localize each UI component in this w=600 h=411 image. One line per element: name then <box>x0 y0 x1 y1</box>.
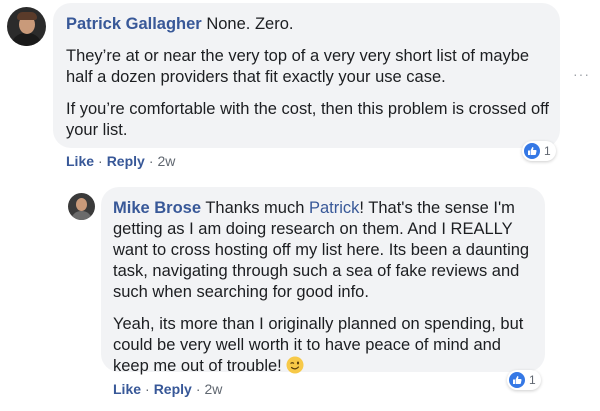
separator: · <box>148 153 154 169</box>
reaction-count: 1 <box>544 144 551 158</box>
comment-text: Yeah, its more than I originally planned… <box>113 315 524 375</box>
reaction-badge-2[interactable]: 1 <box>507 370 541 390</box>
like-link[interactable]: Like <box>113 381 141 397</box>
reaction-count: 1 <box>529 373 536 387</box>
avatar-patrick-gallagher[interactable] <box>7 7 46 46</box>
separator: · <box>98 153 103 169</box>
comment-2-paragraph-2: Yeah, its more than I originally planned… <box>113 314 541 380</box>
comment-author-link[interactable]: Patrick Gallagher <box>66 15 202 33</box>
avatar-body <box>11 33 42 46</box>
comment-1-paragraph-2: They’re at or near the very top of a ver… <box>66 47 530 86</box>
more-options-icon[interactable]: ··· <box>573 66 590 82</box>
avatar-mike-brose[interactable] <box>68 193 95 220</box>
thumbs-up-icon <box>509 372 525 388</box>
comment-text: None. Zero. <box>206 15 294 33</box>
comment-1-actions: Like · Reply · 2w <box>66 153 175 169</box>
reply-link[interactable]: Reply <box>154 381 192 397</box>
comment-text: Thanks much <box>205 199 309 217</box>
mention-link[interactable]: Patrick <box>309 199 359 217</box>
comment-age[interactable]: 2w <box>157 153 175 169</box>
reaction-badge-1[interactable]: 1 <box>522 141 556 161</box>
wink-emoji-icon <box>286 356 304 380</box>
thumbs-up-icon <box>524 143 540 159</box>
comment-2-actions: Like · Reply · 2w <box>113 381 222 397</box>
comment-age[interactable]: 2w <box>204 381 222 397</box>
comment-2-paragraph-1: Mike Brose Thanks much Patrick! That's t… <box>113 198 541 303</box>
comment-bubble-1: Patrick Gallagher None. Zero. They’re at… <box>53 3 560 148</box>
comment-bubble-2: Mike Brose Thanks much Patrick! That's t… <box>101 187 545 375</box>
comment-author-link[interactable]: Mike Brose <box>113 199 201 217</box>
avatar-hair <box>17 12 37 20</box>
avatar-face <box>76 198 87 211</box>
separator: · <box>145 381 150 397</box>
separator: · <box>195 381 201 397</box>
comment-1-paragraph-1: Patrick Gallagher None. Zero. <box>66 14 552 35</box>
like-link[interactable]: Like <box>66 153 94 169</box>
avatar-body <box>71 211 92 220</box>
comment-1-paragraph-3: If you’re comfortable with the cost, the… <box>66 100 550 139</box>
reply-link[interactable]: Reply <box>107 153 145 169</box>
